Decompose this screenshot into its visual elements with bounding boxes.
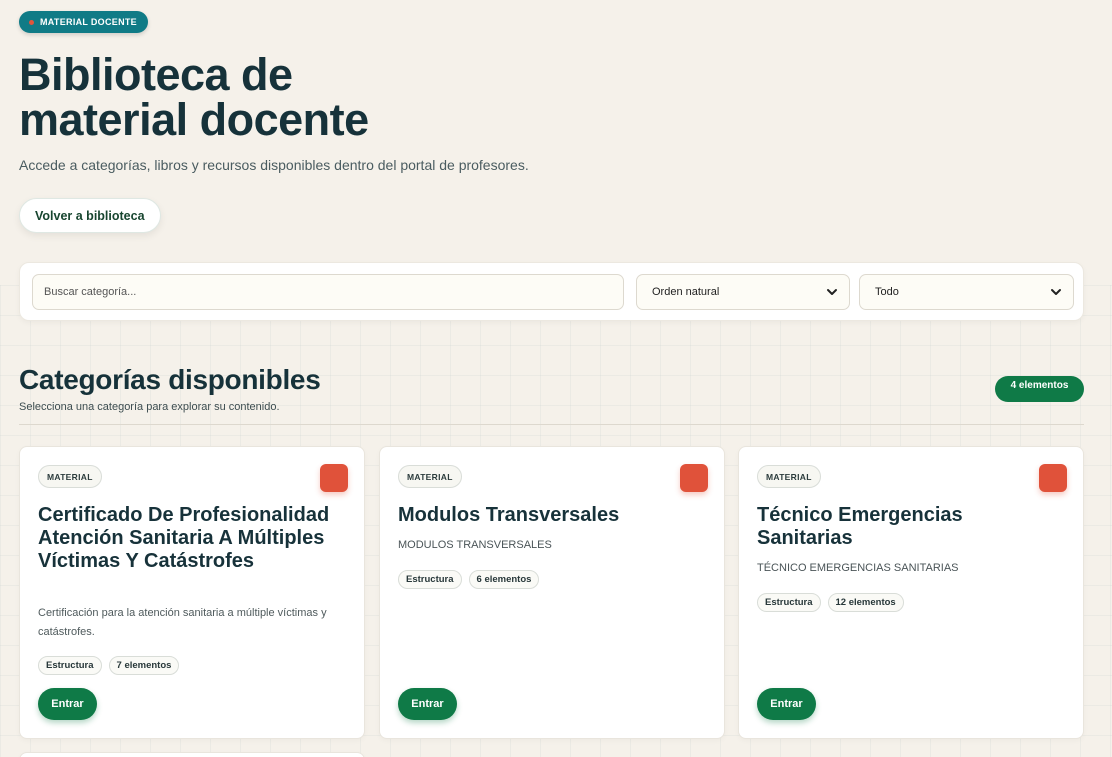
chevron-down-icon xyxy=(1051,289,1061,295)
enter-button[interactable]: Entrar xyxy=(757,688,816,720)
scope-select-value: Todo xyxy=(875,286,899,298)
card-description: Certificación para la atención sanitaria… xyxy=(38,607,327,638)
order-select-value: Orden natural xyxy=(652,286,720,298)
tag-dot-icon xyxy=(29,19,34,25)
enter-button[interactable]: Entrar xyxy=(398,688,457,720)
chip-type: Estructura xyxy=(38,656,102,675)
page-title: Biblioteca de material docente xyxy=(19,49,369,145)
chip-count: 7 elementos xyxy=(108,656,180,675)
search-input[interactable]: Buscar categoría... xyxy=(32,274,624,310)
card-title: Modulos Transversales xyxy=(398,504,620,526)
card-subtitle: MODULOS TRANSVERSALES xyxy=(398,539,552,551)
category-card-partial xyxy=(19,752,365,757)
material-tag: MATERIAL xyxy=(38,465,102,488)
chip-count: 12 elementos xyxy=(827,593,904,612)
card-subtitle: TÉCNICO EMERGENCIAS SANITARIAS xyxy=(757,562,959,574)
card-chips: Estructura 7 elementos xyxy=(38,656,180,675)
card-chips: Estructura 6 elementos xyxy=(398,570,540,589)
category-card: MATERIAL Certificado De Profesionalidad … xyxy=(19,446,365,739)
page-subtitle: Accede a categorías, libros y recursos d… xyxy=(19,157,529,173)
chip-type: Estructura xyxy=(398,570,462,589)
order-select[interactable]: Orden natural xyxy=(636,274,850,310)
page-tag: MATERIAL DOCENTE xyxy=(19,11,148,33)
material-tag: MATERIAL xyxy=(757,465,821,488)
category-color-icon xyxy=(1039,464,1067,492)
category-card: MATERIAL Técnico Emergencias Sanitarias … xyxy=(738,446,1084,739)
section-subtitle: Selecciona una categoría para explorar s… xyxy=(19,401,280,413)
category-card: MATERIAL Modulos Transversales MODULOS T… xyxy=(379,446,725,739)
section-divider xyxy=(19,424,1084,425)
scope-select[interactable]: Todo xyxy=(859,274,1074,310)
tag-label: MATERIAL DOCENTE xyxy=(40,17,137,27)
card-title: Certificado De Profesionalidad Atención … xyxy=(38,504,330,572)
category-color-icon xyxy=(680,464,708,492)
card-chips: Estructura 12 elementos xyxy=(757,593,904,612)
chevron-down-icon xyxy=(827,289,837,295)
count-badge: 4 elementos xyxy=(995,376,1084,402)
chip-count: 6 elementos xyxy=(468,570,540,589)
back-to-library-button[interactable]: Volver a biblioteca xyxy=(19,198,161,233)
card-title: Técnico Emergencias Sanitarias xyxy=(757,504,963,549)
enter-button[interactable]: Entrar xyxy=(38,688,97,720)
category-color-icon xyxy=(320,464,348,492)
section-title: Categorías disponibles xyxy=(19,364,321,395)
chip-type: Estructura xyxy=(757,593,821,612)
material-tag: MATERIAL xyxy=(398,465,462,488)
filter-bar: Buscar categoría... Orden natural Todo xyxy=(19,262,1084,321)
